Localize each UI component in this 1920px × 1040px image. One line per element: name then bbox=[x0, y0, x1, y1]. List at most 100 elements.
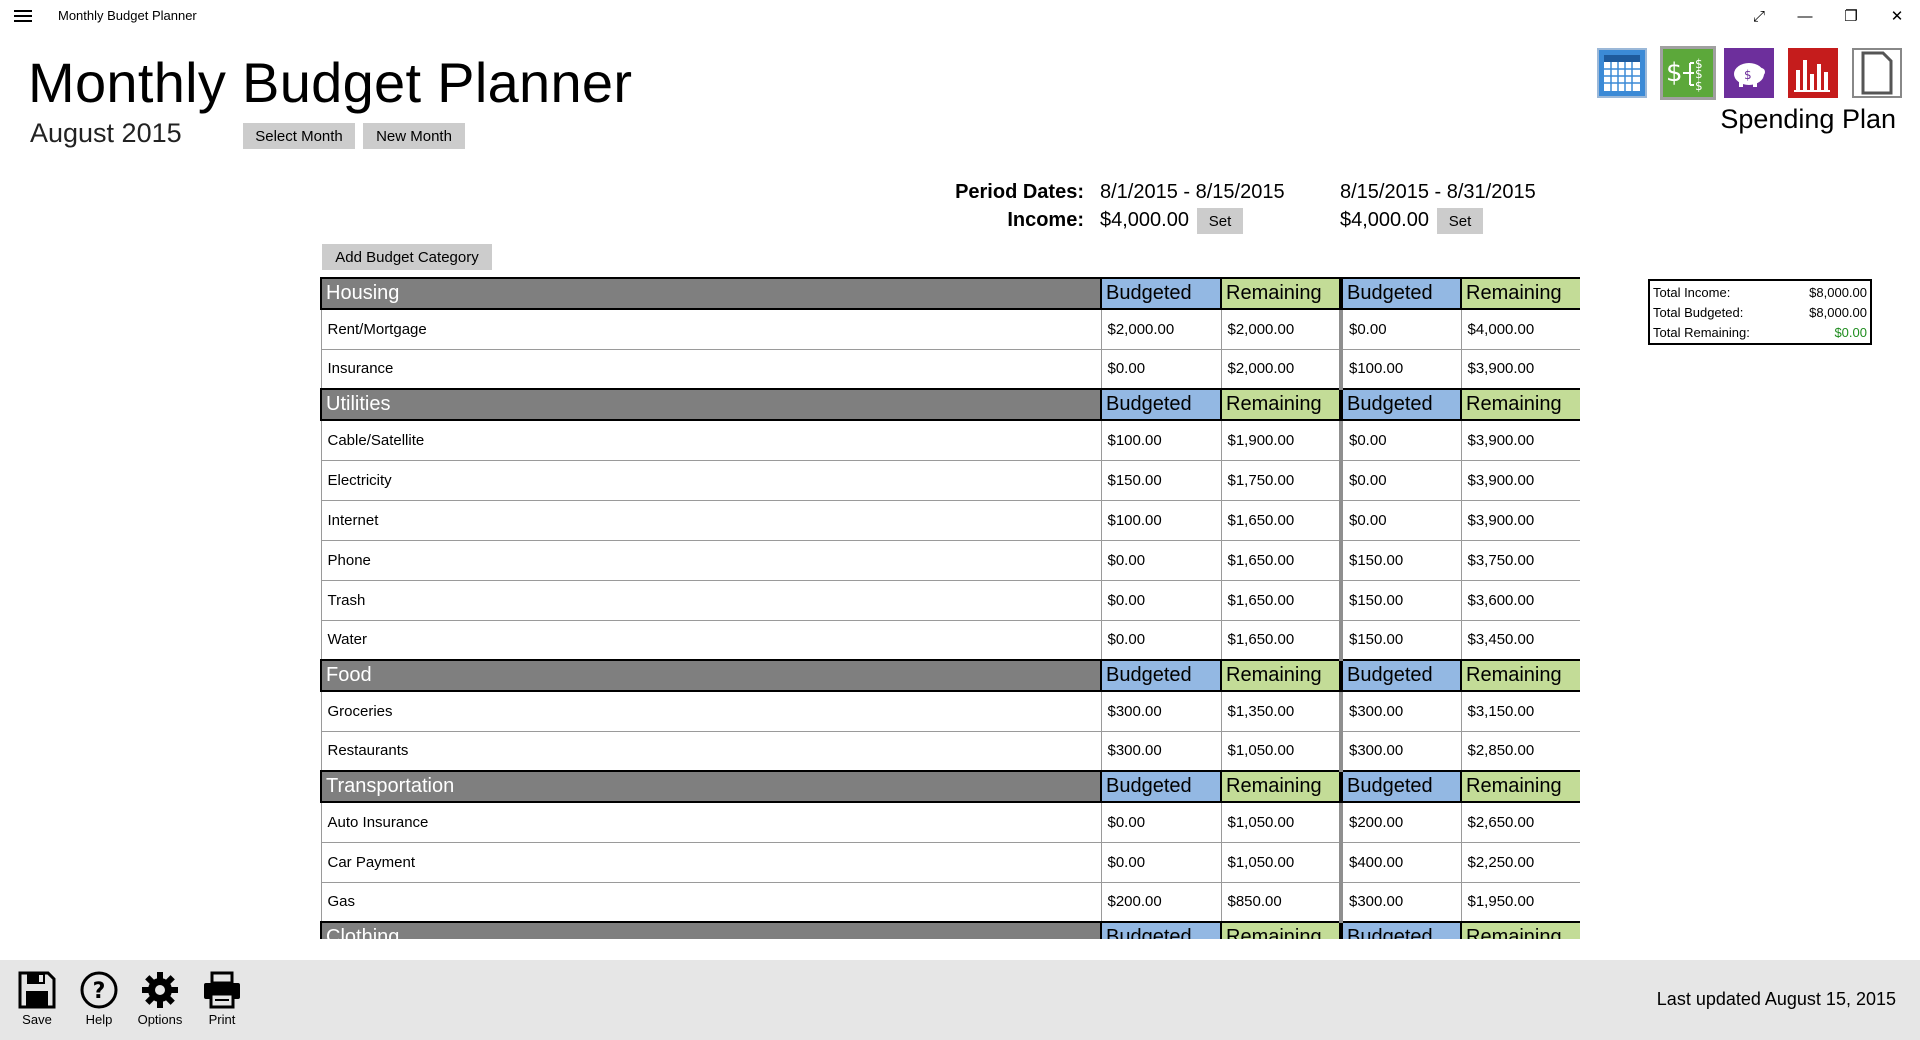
item-name[interactable]: Gas bbox=[320, 881, 1102, 923]
period1-budgeted-cell[interactable]: $0.00 bbox=[1100, 539, 1222, 581]
table-row[interactable]: Gas $200.00 $850.00 $300.00 $1,950.00 bbox=[320, 881, 1580, 923]
table-row[interactable]: Cable/Satellite $100.00 $1,900.00 $0.00 $3,9… bbox=[320, 419, 1580, 461]
total-income-value: $8,000.00 bbox=[1809, 285, 1867, 300]
category-name[interactable]: Transportation bbox=[320, 770, 1102, 803]
category-name[interactable]: Food bbox=[320, 659, 1102, 692]
minimize-icon[interactable]: — bbox=[1782, 0, 1828, 32]
period2-budgeted-cell[interactable]: $0.00 bbox=[1339, 419, 1462, 461]
period1-remaining-cell: $1,900.00 bbox=[1220, 419, 1342, 461]
calendar-icon[interactable] bbox=[1597, 48, 1647, 98]
close-icon[interactable]: ✕ bbox=[1874, 0, 1920, 32]
options-label: Options bbox=[137, 1012, 183, 1027]
total-budgeted-value: $8,000.00 bbox=[1809, 305, 1867, 320]
spending-plan-icon[interactable]: $ $ $ $ bbox=[1660, 46, 1716, 100]
print-label: Print bbox=[208, 1012, 236, 1027]
category-name[interactable]: Utilities bbox=[320, 388, 1102, 421]
period2-budgeted-cell[interactable]: $300.00 bbox=[1339, 881, 1462, 923]
item-name[interactable]: Rent/Mortgage bbox=[320, 308, 1102, 350]
table-row[interactable]: Phone $0.00 $1,650.00 $150.00 $3,750.00 bbox=[320, 539, 1580, 581]
budget-table-scroll[interactable]: Housing Budgeted Remaining Budgeted Remainin… bbox=[320, 277, 1580, 939]
period1-budgeted-cell[interactable]: $100.00 bbox=[1100, 499, 1222, 541]
period2-budgeted-cell[interactable]: $0.00 bbox=[1339, 459, 1462, 501]
category-header-row: Utilities Budgeted Remaining Budgeted Remain… bbox=[320, 388, 1580, 421]
period1-budgeted-cell[interactable]: $200.00 bbox=[1100, 881, 1222, 923]
item-name[interactable]: Phone bbox=[320, 539, 1102, 581]
period2-budgeted-cell[interactable]: $0.00 bbox=[1339, 499, 1462, 541]
table-row[interactable]: Internet $100.00 $1,650.00 $0.00 $3,900.00 bbox=[320, 499, 1580, 541]
period2-dates: 8/15/2015 - 8/31/2015 bbox=[1340, 181, 1536, 203]
restore-icon[interactable]: ❐ bbox=[1828, 0, 1874, 32]
item-name[interactable]: Trash bbox=[320, 579, 1102, 621]
help-button[interactable]: ? Help bbox=[71, 970, 127, 1027]
period2-remaining-cell: $2,650.00 bbox=[1460, 801, 1580, 843]
period2-budgeted-cell[interactable]: $150.00 bbox=[1339, 619, 1462, 661]
print-button[interactable]: Print bbox=[194, 970, 250, 1027]
remaining-header: Remaining bbox=[1220, 921, 1342, 939]
period1-budgeted-cell[interactable]: $300.00 bbox=[1100, 690, 1222, 732]
item-name[interactable]: Internet bbox=[320, 499, 1102, 541]
table-row[interactable]: Car Payment $0.00 $1,050.00 $400.00 $2,250.0… bbox=[320, 841, 1580, 883]
add-budget-category-button[interactable]: Add Budget Category bbox=[322, 244, 492, 270]
period1-budgeted-cell[interactable]: $0.00 bbox=[1100, 348, 1222, 390]
period1-budgeted-cell[interactable]: $150.00 bbox=[1100, 459, 1222, 501]
item-name[interactable]: Restaurants bbox=[320, 730, 1102, 772]
item-name[interactable]: Electricity bbox=[320, 459, 1102, 501]
table-row[interactable]: Trash $0.00 $1,650.00 $150.00 $3,600.00 bbox=[320, 579, 1580, 621]
gear-icon bbox=[142, 972, 178, 1008]
period2-budgeted-cell[interactable]: $0.00 bbox=[1339, 308, 1462, 350]
period1-budgeted-cell[interactable]: $0.00 bbox=[1100, 841, 1222, 883]
budgeted-header: Budgeted bbox=[1100, 921, 1222, 939]
period-dates-label: Period Dates: bbox=[955, 181, 1084, 203]
bar-chart-icon[interactable] bbox=[1788, 48, 1838, 98]
budgeted-header: Budgeted bbox=[1100, 388, 1222, 421]
period2-remaining-cell: $2,250.00 bbox=[1460, 841, 1580, 883]
period2-budgeted-cell[interactable]: $150.00 bbox=[1339, 579, 1462, 621]
budgeted-header: Budgeted bbox=[1339, 921, 1462, 939]
budgeted-header: Budgeted bbox=[1339, 388, 1462, 421]
item-name[interactable]: Groceries bbox=[320, 690, 1102, 732]
period1-budgeted-cell[interactable]: $0.00 bbox=[1100, 619, 1222, 661]
savings-piggy-icon[interactable]: $ bbox=[1724, 48, 1774, 98]
table-row[interactable]: Water $0.00 $1,650.00 $150.00 $3,450.00 bbox=[320, 619, 1580, 661]
period1-budgeted-cell[interactable]: $2,000.00 bbox=[1100, 308, 1222, 350]
table-row[interactable]: Insurance $0.00 $2,000.00 $100.00 $3,900.00 bbox=[320, 348, 1580, 390]
save-label: Save bbox=[22, 1012, 52, 1027]
document-icon[interactable] bbox=[1852, 48, 1902, 98]
item-name[interactable]: Car Payment bbox=[320, 841, 1102, 883]
options-button[interactable]: Options bbox=[132, 970, 188, 1027]
period2-budgeted-cell[interactable]: $300.00 bbox=[1339, 690, 1462, 732]
period1-budgeted-cell[interactable]: $100.00 bbox=[1100, 419, 1222, 461]
item-name[interactable]: Cable/Satellite bbox=[320, 419, 1102, 461]
income-label: Income: bbox=[1007, 209, 1084, 231]
set-income-period2-button[interactable]: Set bbox=[1437, 208, 1483, 234]
table-row[interactable]: Groceries $300.00 $1,350.00 $300.00 $3,150.0… bbox=[320, 690, 1580, 732]
item-name[interactable]: Auto Insurance bbox=[320, 801, 1102, 843]
period2-budgeted-cell[interactable]: $300.00 bbox=[1339, 730, 1462, 772]
totals-summary: Total Income: $8,000.00 Total Budgeted: $8… bbox=[1648, 279, 1872, 345]
category-name[interactable]: Clothing bbox=[320, 921, 1102, 939]
item-name[interactable]: Insurance bbox=[320, 348, 1102, 390]
period1-budgeted-cell[interactable]: $0.00 bbox=[1100, 801, 1222, 843]
fullscreen-icon[interactable]: ⤢ bbox=[1736, 0, 1782, 32]
period2-budgeted-cell[interactable]: $200.00 bbox=[1339, 801, 1462, 843]
hamburger-menu-icon[interactable] bbox=[14, 7, 32, 25]
category-header-row: Transportation Budgeted Remaining Budgeted R… bbox=[320, 770, 1580, 803]
period2-budgeted-cell[interactable]: $150.00 bbox=[1339, 539, 1462, 581]
table-row[interactable]: Auto Insurance $0.00 $1,050.00 $200.00 $2,65… bbox=[320, 801, 1580, 843]
help-label: Help bbox=[85, 1012, 113, 1027]
new-month-button[interactable]: New Month bbox=[363, 123, 465, 149]
table-row[interactable]: Restaurants $300.00 $1,050.00 $300.00 $2,850… bbox=[320, 730, 1580, 772]
category-name[interactable]: Housing bbox=[320, 277, 1102, 310]
period2-budgeted-cell[interactable]: $400.00 bbox=[1339, 841, 1462, 883]
period1-remaining-cell: $1,050.00 bbox=[1220, 730, 1342, 772]
table-row[interactable]: Electricity $150.00 $1,750.00 $0.00 $3,900.0… bbox=[320, 459, 1580, 501]
period1-budgeted-cell[interactable]: $0.00 bbox=[1100, 579, 1222, 621]
save-button[interactable]: Save bbox=[9, 970, 65, 1027]
period2-budgeted-cell[interactable]: $100.00 bbox=[1339, 348, 1462, 390]
select-month-button[interactable]: Select Month bbox=[243, 123, 355, 149]
period1-budgeted-cell[interactable]: $300.00 bbox=[1100, 730, 1222, 772]
current-month: August 2015 bbox=[30, 118, 182, 148]
table-row[interactable]: Rent/Mortgage $2,000.00 $2,000.00 $0.00 $4,0… bbox=[320, 308, 1580, 350]
item-name[interactable]: Water bbox=[320, 619, 1102, 661]
set-income-period1-button[interactable]: Set bbox=[1197, 208, 1243, 234]
